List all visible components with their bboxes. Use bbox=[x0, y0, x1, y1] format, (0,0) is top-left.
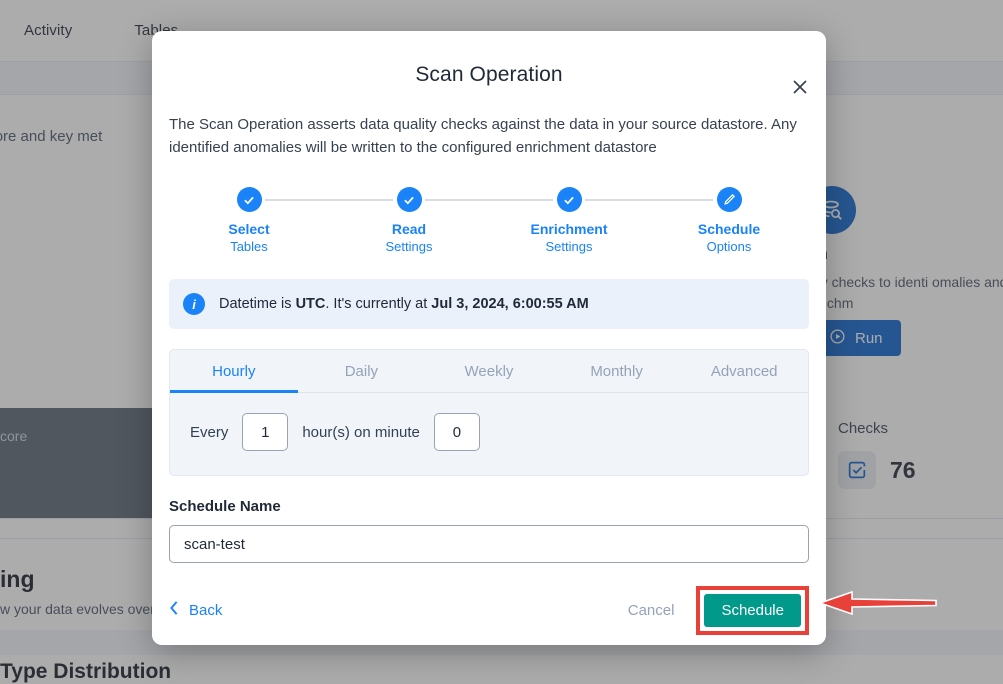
schedule-button-highlight: Schedule bbox=[696, 585, 809, 635]
tab-monthly[interactable]: Monthly bbox=[553, 350, 681, 392]
schedule-button[interactable]: Schedule bbox=[704, 593, 801, 627]
schedule-name-field: Schedule Name bbox=[169, 498, 809, 563]
stepper-step-sublabel: Options bbox=[706, 239, 752, 254]
every-label: Every bbox=[190, 423, 229, 441]
footer-actions: Cancel Schedule bbox=[622, 585, 809, 635]
stepper-step-sublabel: Settings bbox=[385, 239, 433, 254]
hours-on-minute-label: hour(s) on minute bbox=[302, 423, 420, 441]
info-middle: . It's currently at bbox=[325, 296, 432, 312]
stepper-connector bbox=[585, 199, 713, 201]
schedule-name-input[interactable] bbox=[169, 525, 809, 563]
stepper-step-sublabel: Tables bbox=[230, 239, 268, 254]
close-icon[interactable] bbox=[786, 73, 814, 101]
modal-footer: Back Cancel Schedule bbox=[152, 575, 826, 645]
stepper-step-enrichment[interactable]: Enrichment Settings bbox=[489, 187, 713, 254]
scan-operation-modal: Scan Operation The Scan Operation assert… bbox=[152, 31, 826, 645]
check-icon bbox=[556, 187, 582, 212]
chevron-left-icon bbox=[169, 601, 179, 619]
schedule-name-label: Schedule Name bbox=[169, 498, 281, 515]
stepper-step-label: Select bbox=[228, 221, 270, 237]
datetime-info-text: Datetime is UTC. It's currently at Jul 3… bbox=[219, 296, 589, 312]
tab-daily[interactable]: Daily bbox=[298, 350, 426, 392]
stepper-step-label: Schedule bbox=[697, 221, 761, 237]
page-title: Scan Operation bbox=[415, 63, 563, 86]
tab-advanced[interactable]: Advanced bbox=[680, 350, 808, 392]
schedule-tabs: Hourly Daily Weekly Monthly Advanced bbox=[170, 350, 808, 393]
info-timezone: UTC bbox=[295, 296, 326, 312]
tab-weekly[interactable]: Weekly bbox=[425, 350, 553, 392]
stepper-step-label: Read bbox=[391, 221, 427, 237]
stepper: Select Tables Read Settings Enrichment S… bbox=[169, 187, 809, 254]
stepper-connector bbox=[425, 199, 553, 201]
pencil-icon bbox=[716, 187, 742, 212]
back-button[interactable]: Back bbox=[169, 601, 222, 619]
stepper-step-sublabel: Settings bbox=[545, 239, 593, 254]
hourly-settings: Every hour(s) on minute bbox=[170, 393, 808, 475]
back-label: Back bbox=[189, 601, 223, 619]
info-prefix: Datetime is bbox=[219, 296, 296, 312]
stepper-step-select[interactable]: Select Tables bbox=[169, 187, 393, 254]
info-icon: i bbox=[183, 293, 205, 315]
hours-input[interactable] bbox=[242, 413, 289, 451]
tab-hourly[interactable]: Hourly bbox=[170, 350, 298, 393]
cancel-button[interactable]: Cancel bbox=[622, 594, 681, 627]
schedule-panel: Hourly Daily Weekly Monthly Advanced Eve… bbox=[169, 349, 809, 476]
stepper-connector bbox=[265, 199, 393, 201]
modal-description: The Scan Operation asserts data quality … bbox=[169, 116, 797, 156]
check-icon bbox=[236, 187, 262, 212]
minute-input[interactable] bbox=[433, 413, 480, 451]
stepper-step-read[interactable]: Read Settings bbox=[329, 187, 553, 254]
stepper-step-schedule[interactable]: Schedule Options bbox=[649, 187, 809, 254]
datetime-info-banner: i Datetime is UTC. It's currently at Jul… bbox=[169, 279, 809, 329]
check-icon bbox=[396, 187, 422, 212]
stepper-step-label: Enrichment bbox=[530, 221, 608, 237]
info-datetime: Jul 3, 2024, 6:00:55 AM bbox=[431, 296, 589, 312]
